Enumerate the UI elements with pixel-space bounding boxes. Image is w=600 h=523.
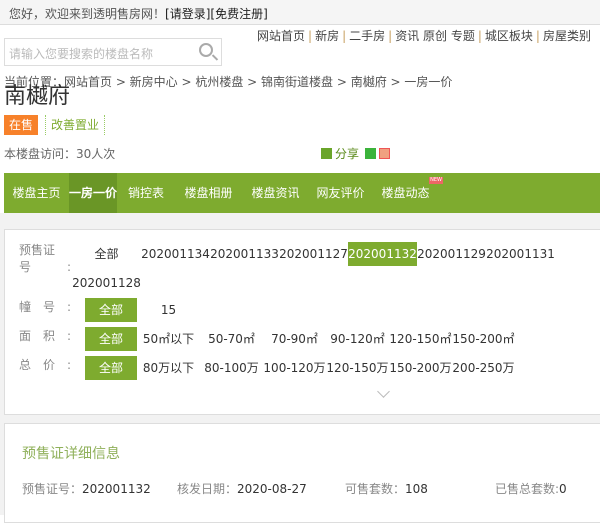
cert-option[interactable]: 202001133 (210, 242, 279, 266)
top-bar: 您好，欢迎来到透明售房网！[请登录][免费注册] (0, 0, 600, 25)
tab-label: 楼盘主页 (12, 186, 61, 200)
area-option[interactable]: 50㎡以下 (137, 327, 200, 351)
sold-info: 已售总套数:0 (495, 482, 567, 496)
date-info: 核发日期：2020-08-27 (177, 482, 307, 496)
price-option[interactable]: 150-200万 (389, 356, 452, 380)
status-badge: 在售 (4, 115, 38, 135)
building-option[interactable]: 15 (137, 298, 200, 322)
weibo-icon[interactable] (379, 148, 391, 159)
tab-4[interactable]: 楼盘资讯 (242, 173, 309, 213)
cert-option[interactable]: 202001129 (417, 242, 486, 266)
price-option[interactable]: 80-100万 (200, 356, 263, 380)
cert-option[interactable]: 202001127 (279, 242, 348, 266)
tab-label: 楼盘相册 (184, 186, 233, 200)
area-option[interactable]: 120-150㎡ (389, 327, 452, 351)
top-link[interactable]: 网站首页 (257, 29, 305, 43)
plus-icon[interactable] (321, 148, 332, 159)
tab-2[interactable]: 销控表 (117, 173, 175, 213)
chevron-down-icon[interactable] (377, 385, 390, 398)
login-link[interactable]: [请登录] (165, 7, 210, 21)
visit-count: 本楼盘访问：30人次 (4, 147, 116, 161)
tab-6[interactable]: 楼盘动态 NEW (372, 173, 443, 213)
divider: | (388, 29, 393, 43)
price-option[interactable]: 全部 (85, 356, 137, 380)
area-option[interactable]: 150-200㎡ (452, 327, 515, 351)
wechat-icon[interactable] (365, 148, 377, 159)
tab-label: 销控表 (127, 186, 164, 200)
divider: | (477, 29, 482, 43)
filter-panel: 预售证号: 全部 202001134 202001133 202001127 20200… (4, 229, 600, 415)
tab-0[interactable]: 楼盘主页 (4, 173, 69, 213)
area-option[interactable]: 70-90㎡ (263, 327, 326, 351)
main-nav: 楼盘主页 一房一价 销控表 楼盘相册 楼盘资讯 网友评价 楼盘动态 NEW (4, 173, 600, 213)
top-links: 网站首页 | 新房 | 二手房 | 资讯 原创 专题 | 城区板块 | 房屋类别 (257, 27, 591, 44)
search-input[interactable]: 请输入您要搜索的楼盘名称 (4, 38, 222, 66)
area-option[interactable]: 90-120㎡ (326, 327, 389, 351)
page-title: 南樾府 (4, 84, 71, 109)
tab-5[interactable]: 网友评价 (309, 173, 372, 213)
cert-option[interactable]: 202001132 (348, 242, 417, 266)
price-label: 总价: (19, 358, 71, 372)
building-options: 全部 15 (85, 298, 200, 322)
tab-label: 楼盘动态 (381, 186, 430, 200)
detail-panel: 预售证详细信息 预售证号：202001132 核发日期：2020-08-27 可… (4, 423, 600, 523)
register-link[interactable]: [免费注册] (210, 7, 267, 21)
detail-title: 预售证详细信息 (22, 446, 120, 462)
greeting: 您好，欢迎来到透明售房网！ (9, 7, 166, 21)
area-option[interactable]: 全部 (85, 327, 137, 351)
price-option[interactable]: 120-150万 (326, 356, 389, 380)
tab-label: 一房一价 (69, 186, 118, 200)
search-icon[interactable] (199, 43, 213, 57)
tab-3[interactable]: 楼盘相册 (175, 173, 242, 213)
price-option[interactable]: 80万以下 (137, 356, 200, 380)
search-placeholder: 请输入您要搜索的楼盘名称 (9, 47, 154, 61)
tab-label: 楼盘资讯 (251, 186, 300, 200)
top-link[interactable]: 资讯 原创 专题 (395, 29, 475, 43)
price-options: 全部 80万以下 80-100万 100-120万 120-150万 150-200万 20… (85, 356, 515, 380)
cert-options: 全部 202001134 202001133 202001127 202001132 20… (72, 242, 600, 295)
cert-info: 预售证号：202001132 (22, 482, 151, 496)
cert-option[interactable]: 202001131 (486, 242, 555, 266)
price-option[interactable]: 200-250万 (452, 356, 515, 380)
tab-label: 网友评价 (316, 186, 365, 200)
top-link[interactable]: 城区板块 (485, 29, 533, 43)
divider: | (342, 29, 347, 43)
cert-option[interactable]: 202001134 (141, 242, 210, 266)
top-link[interactable]: 房屋类别 (543, 29, 591, 43)
cert-option[interactable]: 202001128 (72, 271, 141, 295)
tab-1[interactable]: 一房一价 (69, 173, 117, 213)
area-options: 全部 50㎡以下 50-70㎡ 70-90㎡ 90-120㎡ 120-150㎡ 150-20… (85, 327, 515, 351)
divider: | (535, 29, 540, 43)
building-option[interactable]: 全部 (85, 298, 137, 322)
breadcrumb: 当前位置：网站首页 > 新房中心 > 杭州楼盘 > 锦南街道楼盘 > 南樾府 >… (4, 75, 453, 89)
cert-label: 预售证号: (19, 243, 71, 274)
share-bar: 分享 (321, 145, 391, 162)
share-button[interactable]: 分享 (335, 145, 359, 162)
cert-option[interactable]: 全部 (72, 242, 141, 266)
area-label: 面积: (19, 329, 71, 343)
divider: | (308, 29, 313, 43)
building-label: 幢号: (19, 300, 71, 314)
price-option[interactable]: 100-120万 (263, 356, 326, 380)
area-option[interactable]: 50-70㎡ (200, 327, 263, 351)
top-link[interactable]: 新房 (315, 29, 339, 43)
new-badge: NEW (429, 177, 443, 184)
top-link[interactable]: 二手房 (349, 29, 385, 43)
type-tag: 改善置业 (45, 115, 106, 135)
available-info: 可售套数：108 (345, 482, 428, 496)
